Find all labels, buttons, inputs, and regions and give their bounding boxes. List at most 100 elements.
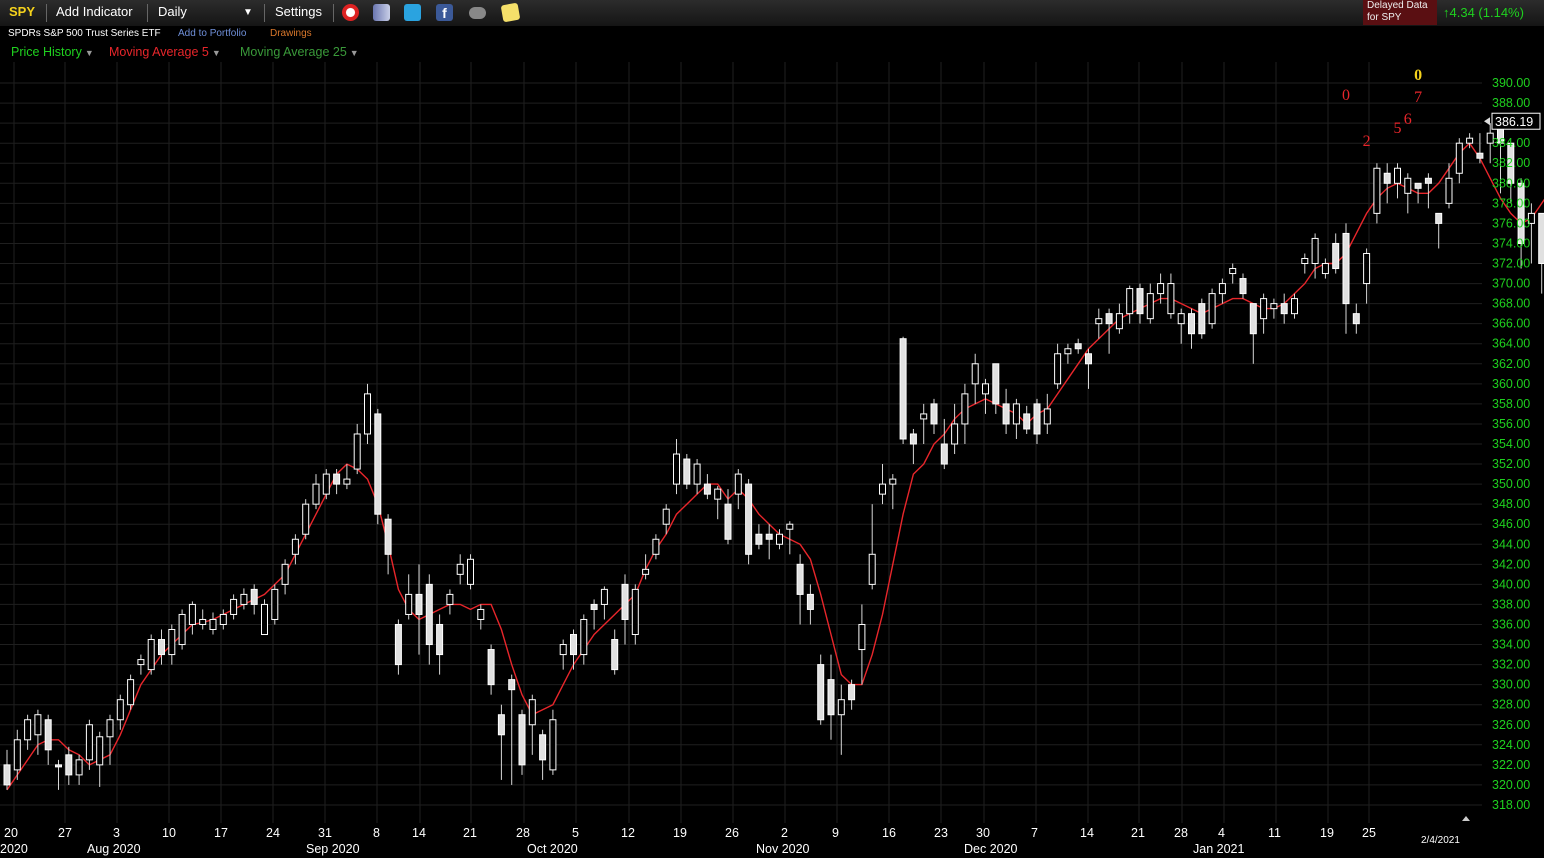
candle-body-up xyxy=(889,478,897,485)
candle-body-down xyxy=(1023,413,1031,430)
facebook-icon[interactable]: f xyxy=(436,4,453,21)
candle-body-up xyxy=(982,383,989,395)
candle-body-down xyxy=(1352,313,1360,325)
candle-body-down xyxy=(1198,303,1206,335)
current-date-label: 2/4/2021 xyxy=(1421,835,1460,846)
x-day-tick-label: 31 xyxy=(318,826,332,840)
legend-moving-average-25[interactable]: Moving Average 25 ▼ xyxy=(240,45,359,59)
candle-body-up xyxy=(178,613,186,646)
candle-body-down xyxy=(1332,242,1340,270)
candle-body-down xyxy=(1085,353,1092,365)
candle-body-up xyxy=(662,508,670,525)
x-day-tick-label: 28 xyxy=(1174,826,1188,840)
note-icon[interactable] xyxy=(500,2,521,23)
x-day-tick-label: 30 xyxy=(976,826,990,840)
separator xyxy=(46,4,47,22)
x-day-tick-label: 20 xyxy=(4,826,18,840)
chevron-down-icon[interactable]: ▼ xyxy=(212,48,221,58)
y-tick-label: 332.00 xyxy=(1492,658,1530,672)
candle-body-up xyxy=(322,473,330,495)
candle-body-down xyxy=(611,639,619,671)
indicator-legend: Price History ▼ Moving Average 5 ▼ Moving … xyxy=(0,44,1100,62)
chevron-down-icon[interactable]: ▼ xyxy=(243,7,253,18)
symbol-label[interactable]: SPY xyxy=(9,4,35,19)
candle-body-up xyxy=(230,598,238,615)
chevron-down-icon[interactable]: ▼ xyxy=(350,48,359,58)
candle-body-down xyxy=(487,649,495,686)
candle-body-down xyxy=(539,734,547,761)
counter-label: 0 xyxy=(1342,87,1350,104)
candle-body-up xyxy=(1043,408,1051,425)
x-day-tick-label: 3 xyxy=(113,826,120,840)
candle-body-up xyxy=(1064,348,1072,355)
candle-body-down xyxy=(909,433,917,445)
y-tick-label: 318.00 xyxy=(1492,798,1530,812)
candle-body-up xyxy=(1394,167,1401,184)
binoculars-icon[interactable] xyxy=(469,7,486,19)
x-day-tick-label: 10 xyxy=(162,826,176,840)
candle-body-up xyxy=(1177,313,1185,325)
candle-body-down xyxy=(415,593,423,615)
candle-body-up xyxy=(693,463,701,485)
candle-body-up xyxy=(271,588,279,620)
candle-body-up xyxy=(1301,258,1309,265)
y-tick-label: 346.00 xyxy=(1492,517,1530,531)
candle-body-down xyxy=(1002,403,1010,425)
add-to-portfolio-link[interactable]: Add to Portfolio xyxy=(178,28,246,39)
twitter-icon[interactable] xyxy=(404,4,421,21)
candle-body-down xyxy=(1476,152,1484,159)
chevron-down-icon[interactable]: ▼ xyxy=(85,48,94,58)
alarm-clock-icon[interactable] xyxy=(342,4,359,21)
candle-body-up xyxy=(559,644,567,656)
candle-body-up xyxy=(1115,313,1123,330)
delayed-data-badge: Delayed Data for SPY xyxy=(1363,0,1437,25)
candle-body-down xyxy=(1383,172,1391,184)
price-change-value: 4.34 (1.14%) xyxy=(1449,5,1524,20)
x-month-label: Sep 2020 xyxy=(306,842,360,856)
candle-body-up xyxy=(580,618,588,656)
x-day-tick-label: 25 xyxy=(1362,826,1376,840)
counter-label: 0 xyxy=(1414,67,1422,84)
candle-body-up xyxy=(168,629,176,656)
y-tick-label: 372.00 xyxy=(1492,257,1530,271)
x-day-tick-label: 28 xyxy=(516,826,530,840)
x-month-label: Aug 2020 xyxy=(87,842,141,856)
candle-body-down xyxy=(384,518,392,555)
legend-moving-average-5[interactable]: Moving Average 5 ▼ xyxy=(109,45,221,59)
candle-body-down xyxy=(621,583,629,620)
candle-body-up xyxy=(837,699,845,716)
y-tick-label: 342.00 xyxy=(1492,557,1530,571)
candle-body-down xyxy=(806,593,814,610)
candle-body-up xyxy=(1126,288,1134,315)
candle-body-up xyxy=(291,538,299,555)
candle-body-down xyxy=(755,533,763,545)
candle-body-up xyxy=(353,433,361,470)
drawings-link[interactable]: Drawings xyxy=(270,28,312,39)
candle-body-up xyxy=(1260,298,1268,320)
interval-select[interactable]: Daily xyxy=(158,4,187,19)
candle-body-up xyxy=(302,503,310,535)
legend-price-history[interactable]: Price History ▼ xyxy=(11,45,94,59)
y-tick-label: 326.00 xyxy=(1492,718,1530,732)
chart-grid xyxy=(0,62,1482,823)
candle-body-down xyxy=(3,764,11,786)
last-price-label: 386.19 xyxy=(1495,115,1533,129)
book-icon[interactable] xyxy=(373,4,390,21)
add-indicator-button[interactable]: Add Indicator xyxy=(56,4,133,19)
price-chart[interactable]: 390.00388.00386.00384.00382.00380.00378.… xyxy=(0,62,1544,858)
settings-button[interactable]: Settings xyxy=(275,4,322,19)
last-price-pointer xyxy=(1484,117,1490,126)
candle-body-up xyxy=(1229,268,1237,275)
candle-body-down xyxy=(940,443,948,465)
candle-body-up xyxy=(312,483,320,505)
x-day-tick-label: 21 xyxy=(463,826,477,840)
candle-body-down xyxy=(436,623,444,656)
y-tick-label: 356.00 xyxy=(1492,417,1530,431)
candle-body-up xyxy=(343,478,351,485)
x-day-tick-label: 9 xyxy=(832,826,839,840)
candle-body-up xyxy=(879,483,886,495)
y-tick-label: 328.00 xyxy=(1492,698,1530,712)
x-month-label: 2020 xyxy=(0,842,28,856)
candle-body-up xyxy=(1208,293,1216,325)
candle-body-up xyxy=(1404,177,1412,194)
